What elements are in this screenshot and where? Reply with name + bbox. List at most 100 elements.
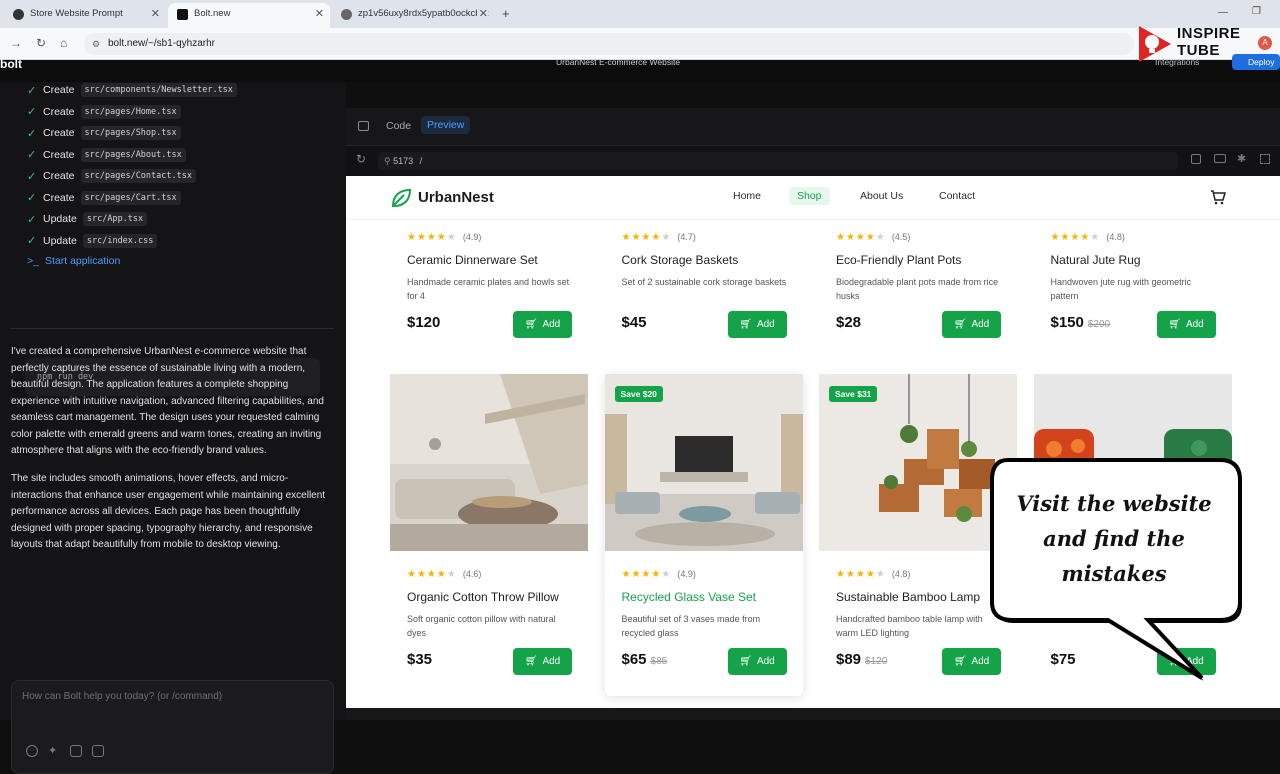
- tab-store-website-prompt[interactable]: Store Website Prompt ✕: [4, 3, 166, 28]
- product-description: Soft organic cotton pillow with natural …: [407, 614, 556, 638]
- reload-icon[interactable]: ↻: [36, 36, 46, 50]
- price-current: $35: [407, 651, 433, 668]
- rating-value: (4.5): [891, 232, 911, 242]
- sparkle-icon[interactable]: ✦: [48, 745, 60, 757]
- close-icon[interactable]: ✕: [151, 3, 160, 25]
- product-name[interactable]: Organic Cotton Throw Pillow: [407, 590, 559, 604]
- site-info-icon[interactable]: ⚙: [92, 33, 100, 55]
- url-field[interactable]: ⚙ bolt.new/~/sb1-qyhzarhr: [84, 33, 1134, 55]
- product-image[interactable]: [390, 374, 588, 551]
- product-card[interactable]: ★★★★★ (4.7) Cork Storage Baskets Set of 2 s…: [604, 232, 803, 356]
- rating-value: (4.7): [677, 232, 696, 242]
- rating-value: (4.9): [462, 232, 482, 242]
- product-card[interactable]: Save $20 ★★★★★ (4.9) Recycled Glass Vase Se…: [604, 374, 803, 696]
- attach-link-icon[interactable]: [26, 745, 38, 757]
- action-step[interactable]: ✓ Create src/pages/Home.tsx: [27, 104, 181, 120]
- product-description: Beautiful set of 3 vases made from recyc…: [621, 614, 761, 638]
- refresh-icon[interactable]: ↻: [356, 152, 366, 166]
- price-original: $200: [1087, 319, 1111, 330]
- terminal-icon: >_: [27, 255, 39, 267]
- device-preview-icon[interactable]: [1214, 154, 1226, 163]
- action-step[interactable]: ✓ Update src/App.tsx: [27, 211, 148, 227]
- checkmark-icon: ✓: [27, 192, 37, 204]
- product-name[interactable]: Eco-Friendly Plant Pots: [836, 253, 961, 267]
- bolt-logo[interactable]: bolt: [0, 57, 22, 71]
- star-rating: ★★★★★ (4.6): [407, 569, 482, 580]
- action-step[interactable]: ✓ Update src/index.css: [27, 233, 158, 249]
- product-name[interactable]: Recycled Glass Vase Set: [622, 590, 757, 604]
- product-card[interactable]: ★★★★★ (4.9) Ceramic Dinnerware Set Handmade…: [390, 232, 588, 356]
- speech-bubble-text: Visit the website and find the mistakes: [1016, 491, 1212, 586]
- add-label: Add: [756, 319, 775, 330]
- rating-value: (4.8): [1106, 232, 1125, 242]
- action-step[interactable]: ✓ Create src/pages/Shop.tsx: [27, 125, 181, 141]
- product-name[interactable]: Natural Jute Rug: [1051, 253, 1141, 267]
- divider: [11, 328, 334, 329]
- close-icon[interactable]: ✕: [315, 3, 324, 25]
- nav-home[interactable]: Home: [733, 190, 761, 202]
- tab-label: Bolt.new: [194, 8, 231, 19]
- add-to-cart-button[interactable]: 🛒︎ Add: [727, 311, 787, 338]
- add-to-cart-button[interactable]: 🛒︎ Add: [513, 648, 572, 675]
- cart-icon: 🛒︎: [1168, 319, 1181, 330]
- add-to-cart-button[interactable]: 🛒︎ Add: [513, 311, 572, 338]
- chat-discuss-icon[interactable]: [70, 745, 82, 757]
- add-to-cart-button[interactable]: 🛒︎ Add: [727, 648, 787, 675]
- tab-preview[interactable]: Preview: [421, 116, 471, 134]
- tab-code[interactable]: Code: [386, 120, 411, 132]
- home-icon[interactable]: ⌂: [60, 36, 67, 50]
- price-current: $65: [621, 651, 647, 668]
- chat-panel: ✓ Create src/components/Newsletter.tsx ✓ Cre…: [0, 82, 346, 774]
- preview-path-field[interactable]: ⚲ 5173 /: [378, 152, 1178, 170]
- browser-tab-bar: Store Website Prompt ✕ Bolt.new ✕ zp1v56…: [0, 0, 1280, 28]
- action-step[interactable]: ✓ Create src/components/Newsletter.tsx: [27, 82, 237, 98]
- product-card[interactable]: ★★★★★ (4.5) Eco-Friendly Plant Pots Biodegr…: [819, 232, 1017, 356]
- project-title[interactable]: UrbanNest E-commerce Website: [556, 57, 680, 67]
- cart-icon[interactable]: [1210, 189, 1226, 210]
- product-card[interactable]: ★★★★★ (4.8) Natural Jute Rug Handwoven jute…: [1033, 232, 1232, 356]
- preview-url-bar: ↻ ⚲ 5173 / ✱: [346, 146, 1280, 176]
- step-action: Update: [43, 213, 77, 225]
- profile-avatar[interactable]: A: [1258, 36, 1272, 50]
- start-application-step[interactable]: >_ Start application: [27, 253, 120, 269]
- store-logo[interactable]: UrbanNest: [418, 189, 494, 206]
- port-label: 5173: [393, 156, 414, 166]
- step-file: src/components/Newsletter.tsx: [80, 83, 237, 97]
- action-step[interactable]: ✓ Create src/pages/Contact.tsx: [27, 168, 196, 184]
- open-in-new-tab-icon[interactable]: [1191, 154, 1201, 164]
- assistant-message-paragraph-1: I've created a comprehensive UrbanNest e…: [11, 346, 324, 456]
- product-name[interactable]: Sustainable Bamboo Lamp: [836, 590, 980, 604]
- product-price: $45: [622, 314, 647, 331]
- start-application-label: Start application: [44, 255, 121, 267]
- settings-icon[interactable]: ✱: [1237, 152, 1246, 165]
- new-tab-button[interactable]: +: [502, 6, 510, 21]
- action-step[interactable]: ✓ Create src/pages/Cart.tsx: [27, 190, 181, 206]
- cart-icon: 🛒︎: [739, 656, 752, 667]
- sidebar-toggle-icon[interactable]: [358, 121, 369, 131]
- product-name[interactable]: Ceramic Dinnerware Set: [407, 253, 538, 267]
- close-icon[interactable]: ✕: [476, 3, 488, 25]
- action-step[interactable]: ✓ Create src/pages/About.tsx: [27, 147, 186, 163]
- tab-preview-url[interactable]: zp1v56uxy8rdx5ypatb0ockcb9t ✕: [332, 3, 494, 28]
- nav-about-us[interactable]: About Us: [860, 190, 903, 202]
- edit-icon[interactable]: [92, 745, 104, 757]
- inspire-tube-logo: INSPIRE TUBE: [1135, 22, 1260, 64]
- checkmark-icon: ✓: [27, 127, 37, 140]
- tab-bolt[interactable]: Bolt.new ✕: [168, 3, 330, 28]
- maximize-icon[interactable]: ❐: [1252, 6, 1261, 17]
- minimize-icon[interactable]: —: [1218, 7, 1228, 18]
- product-description: Biodegradable plant pots made from rice …: [836, 277, 999, 301]
- checkmark-icon: ✓: [27, 149, 37, 161]
- nav-contact[interactable]: Contact: [939, 190, 975, 202]
- product-name[interactable]: Cork Storage Baskets: [622, 253, 739, 267]
- product-card[interactable]: ★★★★★ (4.6) Organic Cotton Throw Pillow Sof…: [390, 374, 588, 696]
- prompt-input[interactable]: [22, 691, 322, 702]
- add-to-cart-button[interactable]: 🛒︎ Add: [1156, 311, 1216, 338]
- star-rating: ★★★★★ (4.9): [407, 232, 482, 243]
- back-arrow-icon[interactable]: →: [10, 36, 22, 50]
- nav-shop[interactable]: Shop: [789, 187, 830, 205]
- fullscreen-icon[interactable]: [1260, 154, 1270, 164]
- step-action: Create: [43, 170, 75, 182]
- add-to-cart-button[interactable]: 🛒︎ Add: [942, 311, 1001, 338]
- url-text: bolt.new/~/sb1-qyhzarhr: [108, 38, 216, 49]
